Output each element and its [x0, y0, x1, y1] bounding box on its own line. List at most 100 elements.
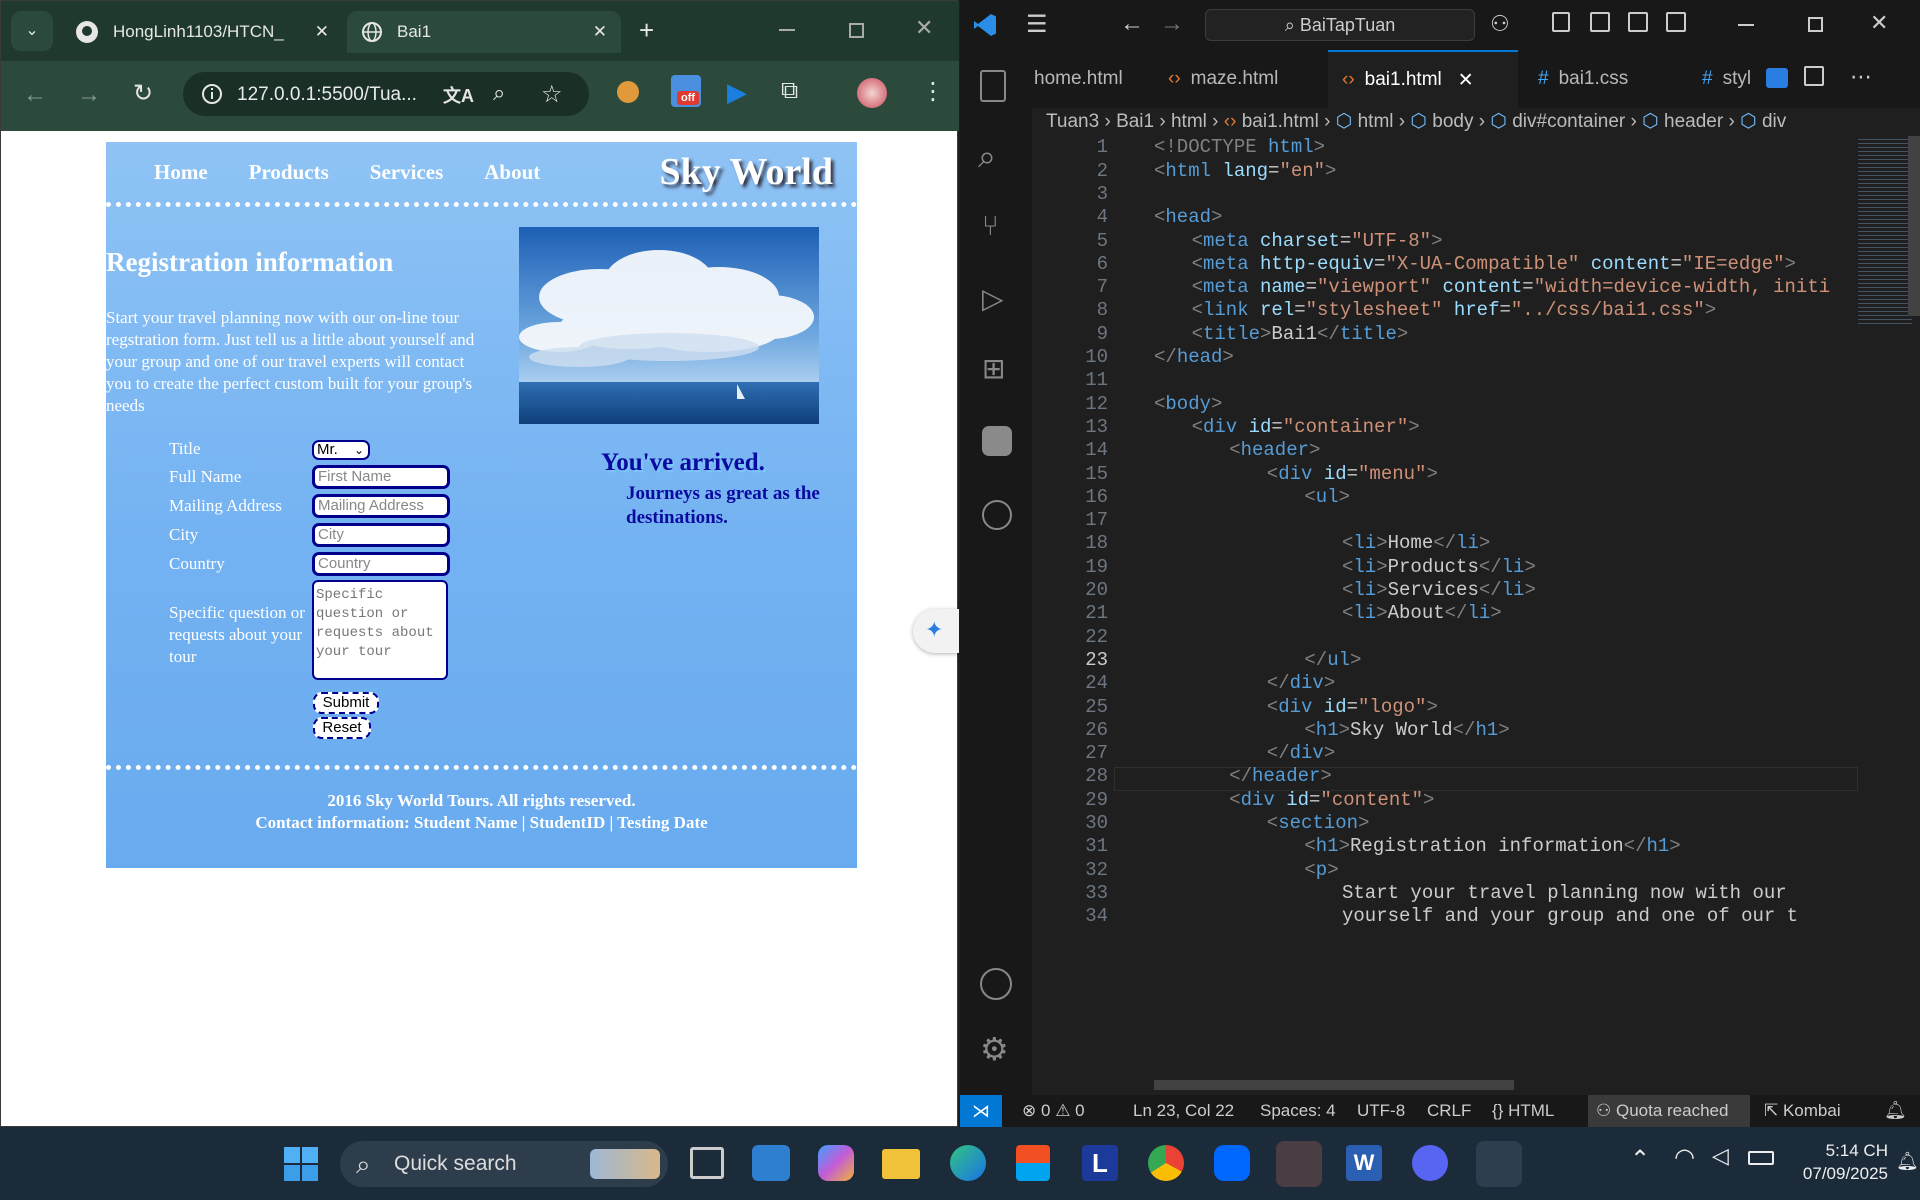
maximize-icon[interactable]	[849, 23, 864, 38]
quota-indicator[interactable]: ⚇ Quota reached	[1588, 1095, 1750, 1127]
copilot-app-icon[interactable]	[818, 1145, 854, 1181]
tab-bai1-html[interactable]: ‹› bai1.html ✕	[1328, 50, 1518, 108]
zalo-icon[interactable]	[1214, 1145, 1250, 1181]
volume-icon[interactable]: ◁	[1712, 1143, 1729, 1169]
close-window-icon[interactable]: ✕	[1870, 10, 1888, 36]
minimize-icon[interactable]	[1738, 24, 1754, 26]
search-icon[interactable]: ⌕	[978, 138, 996, 176]
browser-tab[interactable]: HongLinh1103/HTCN_ ✕	[61, 11, 343, 53]
notification-bell-icon[interactable]: 🔔︎	[1896, 1151, 1919, 1172]
cookie-extension-icon[interactable]	[617, 81, 639, 103]
taskbar-search[interactable]: ⌕ Quick search	[340, 1141, 668, 1187]
breadcrumb-item[interactable]: body	[1432, 111, 1473, 132]
more-menu-icon[interactable]: ⋮	[921, 77, 945, 106]
tab-bai1-css[interactable]: # bai1.css	[1518, 50, 1688, 108]
tab-home-html[interactable]: home.html	[1032, 50, 1152, 108]
word-icon[interactable]: W	[1346, 1145, 1382, 1181]
translate-icon[interactable]: 文A	[443, 82, 474, 108]
close-window-icon[interactable]: ✕	[915, 15, 933, 41]
tab-style[interactable]: # styl	[1688, 50, 1778, 108]
python-icon[interactable]	[982, 426, 1012, 456]
indentation[interactable]: Spaces: 4	[1260, 1101, 1336, 1121]
maximize-icon[interactable]	[1808, 17, 1823, 32]
windows-start-icon[interactable]	[284, 1147, 318, 1181]
new-tab-button[interactable]: +	[639, 15, 654, 46]
breadcrumb-item[interactable]: html	[1171, 111, 1207, 132]
toggle-secondary-sidebar-icon[interactable]	[1666, 12, 1686, 32]
breadcrumb-item[interactable]: header	[1664, 111, 1723, 132]
city-input[interactable]: City	[312, 523, 450, 547]
problems-indicator[interactable]: ⊗ 0 ⚠ 0	[1022, 1101, 1085, 1121]
nav-back-icon[interactable]: ←	[1120, 10, 1144, 38]
layout-icon[interactable]	[1552, 12, 1570, 32]
breadcrumb-item[interactable]: bai1.html	[1242, 111, 1319, 132]
question-textarea[interactable]: Specific question or requests about your…	[312, 580, 448, 680]
split-editor-icon[interactable]	[1804, 66, 1824, 86]
cursor-position[interactable]: Ln 23, Col 22	[1133, 1101, 1234, 1121]
bookmark-star-icon[interactable]: ☆	[541, 80, 563, 109]
vertical-scrollbar[interactable]	[1908, 136, 1920, 316]
remote-indicator[interactable]: ⋊	[960, 1095, 1002, 1127]
file-explorer-icon[interactable]	[882, 1149, 920, 1179]
profile-avatar[interactable]	[857, 78, 887, 108]
country-input[interactable]: Country	[312, 552, 450, 576]
language-mode[interactable]: {} HTML	[1492, 1101, 1554, 1121]
play-extension-icon[interactable]: ▶	[727, 77, 747, 108]
breadcrumb-item[interactable]: div	[1762, 111, 1786, 132]
battery-icon[interactable]	[1748, 1151, 1774, 1165]
close-icon[interactable]: ✕	[1458, 69, 1474, 92]
close-icon[interactable]: ✕	[593, 22, 607, 42]
photoshop-icon[interactable]	[752, 1145, 790, 1181]
breadcrumb-item[interactable]: Bai1	[1116, 111, 1154, 132]
nav-item-services[interactable]: Services	[370, 160, 443, 185]
command-center-search[interactable]: ⌕ BaiTapTuan	[1205, 9, 1475, 41]
minimap[interactable]	[1858, 136, 1912, 326]
wifi-icon[interactable]: ◠	[1674, 1143, 1695, 1172]
close-icon[interactable]: ✕	[315, 22, 329, 42]
toggle-panel-icon[interactable]	[1628, 12, 1648, 32]
fullname-input[interactable]: First Name	[312, 465, 450, 489]
source-control-icon[interactable]: ⑂	[982, 210, 999, 242]
open-preview-icon[interactable]	[1766, 68, 1788, 88]
notifications-bell-icon[interactable]: 🔔︎	[1884, 1100, 1907, 1121]
l-app-icon[interactable]: L	[1082, 1145, 1118, 1181]
back-icon[interactable]: ←	[23, 81, 47, 109]
more-actions-icon[interactable]: ⋯	[1850, 64, 1872, 90]
breadcrumb-item[interactable]: html	[1358, 111, 1394, 132]
edge-icon[interactable]	[950, 1145, 986, 1181]
chrome-icon[interactable]	[1148, 1145, 1184, 1181]
store-icon[interactable]	[1016, 1145, 1050, 1181]
nav-forward-icon[interactable]: →	[1160, 10, 1184, 38]
extensions-icon[interactable]: ⊞	[982, 352, 1005, 385]
reload-icon[interactable]: ↻	[133, 79, 153, 108]
kombai-button[interactable]: ⇱ Kombai	[1764, 1101, 1841, 1121]
zoom-icon[interactable]: ⌕	[493, 80, 505, 106]
account-icon[interactable]	[980, 968, 1012, 1000]
minimize-icon[interactable]	[779, 29, 795, 31]
address-bar[interactable]: 127.0.0.1:5500/Tua... 文A ⌕ ☆	[183, 72, 589, 116]
breadcrumb-item[interactable]: Tuan3	[1046, 111, 1099, 132]
copilot-icon[interactable]: ⚇	[1490, 11, 1510, 37]
copilot-float-button[interactable]: ✦	[913, 609, 959, 653]
nav-item-products[interactable]: Products	[249, 160, 329, 185]
forward-icon[interactable]: →	[77, 81, 101, 109]
line-ending[interactable]: CRLF	[1427, 1101, 1471, 1121]
chevron-up-icon[interactable]: ⌃	[1630, 1145, 1650, 1174]
hamburger-menu-icon[interactable]: ☰	[1026, 10, 1048, 39]
explorer-icon[interactable]	[980, 70, 1006, 102]
browser-tab-active[interactable]: Bai1 ✕	[347, 11, 621, 53]
docker-icon[interactable]	[982, 500, 1012, 530]
submit-button[interactable]: Submit	[313, 692, 379, 714]
clock[interactable]: 5:14 CH 07/09/2025	[1792, 1139, 1888, 1185]
gear-icon[interactable]: ⚙	[980, 1030, 1009, 1068]
code-editor[interactable]: 1 <!DOCTYPE html> 2 <html lang="en"> 3 4 <head…	[1032, 136, 1920, 1095]
reset-button[interactable]: Reset	[313, 717, 371, 739]
puzzle-extensions-icon[interactable]: ⧉	[781, 77, 798, 105]
nav-item-about[interactable]: About	[484, 160, 540, 185]
horizontal-scrollbar[interactable]	[1154, 1080, 1514, 1090]
discord-icon[interactable]	[1412, 1145, 1448, 1181]
toggle-sidebar-icon[interactable]	[1590, 12, 1610, 32]
address-input[interactable]: Mailing Address	[312, 494, 450, 518]
tab-maze-html[interactable]: ‹› maze.html	[1152, 50, 1328, 108]
run-debug-icon[interactable]: ▷	[982, 282, 1004, 315]
